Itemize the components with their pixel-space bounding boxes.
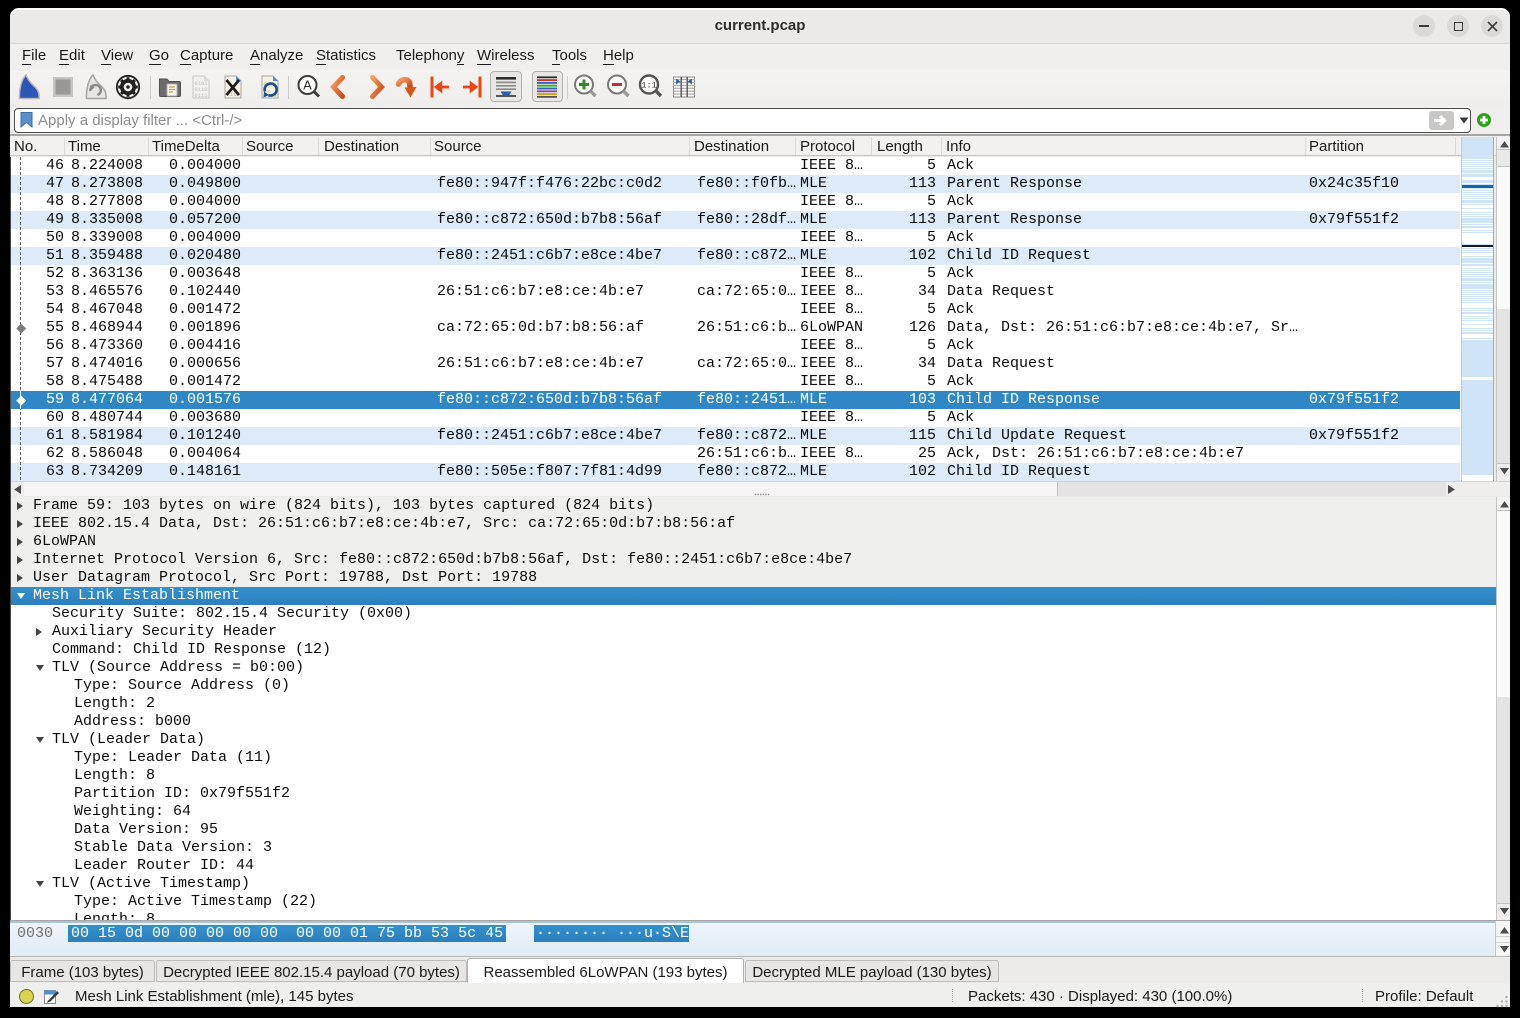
svg-text:1:1: 1:1 (641, 81, 656, 91)
svg-text:0111: 0111 (194, 92, 208, 99)
svg-text:A: A (303, 78, 312, 93)
